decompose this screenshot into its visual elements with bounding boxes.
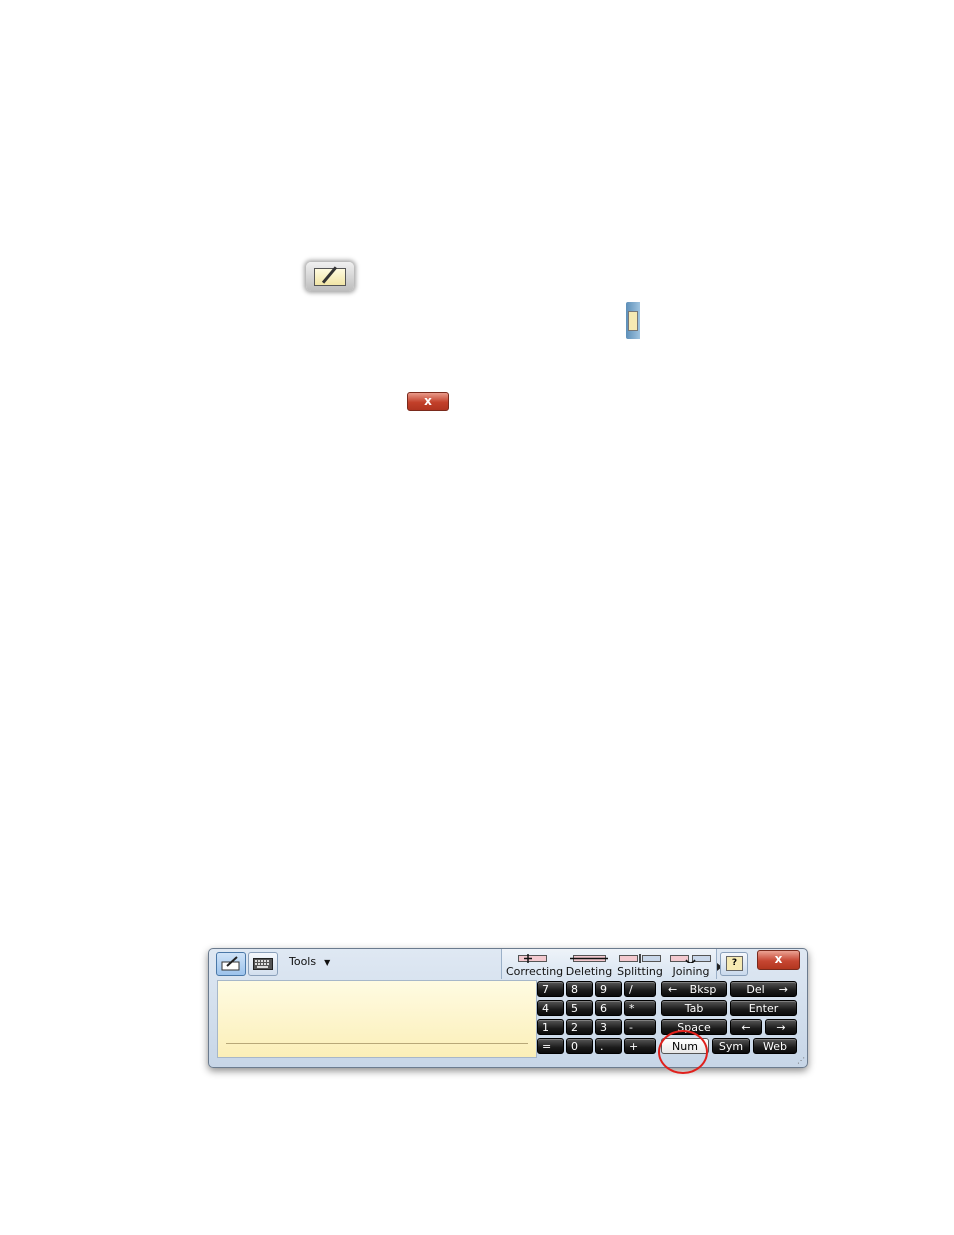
enter-key[interactable]: Enter — [730, 1000, 797, 1016]
key-9[interactable]: 9 — [595, 981, 622, 997]
key-equals[interactable]: = — [537, 1038, 564, 1054]
left-arrow-key[interactable]: ← — [730, 1019, 762, 1035]
resize-grip-icon[interactable]: ⋰ — [797, 1056, 805, 1065]
web-key[interactable]: Web — [753, 1038, 797, 1054]
key-4[interactable]: 4 — [537, 1000, 564, 1016]
key-minus[interactable]: - — [624, 1019, 656, 1035]
splitting-gesture-icon — [619, 954, 661, 963]
key-7[interactable]: 7 — [537, 981, 564, 997]
gesture-help-strip: Correcting Deleting Splitting Joining — [501, 949, 717, 979]
delete-key[interactable]: Del → — [730, 981, 797, 997]
key-3[interactable]: 3 — [595, 1019, 622, 1035]
backspace-key[interactable]: ← Bksp — [661, 981, 727, 997]
key-2[interactable]: 2 — [566, 1019, 593, 1035]
gesture-splitting[interactable]: Splitting — [616, 949, 664, 979]
key-0[interactable]: 0 — [566, 1038, 593, 1054]
arrow-right-icon: → — [778, 983, 788, 996]
gesture-label: Deleting — [565, 965, 613, 978]
sym-key[interactable]: Sym — [712, 1038, 750, 1054]
pen-pad-icon — [221, 956, 240, 971]
joining-gesture-icon — [670, 955, 711, 963]
key-multiply[interactable]: * — [624, 1000, 656, 1016]
deleting-gesture-icon — [570, 955, 608, 962]
right-arrow-key[interactable]: → — [765, 1019, 797, 1035]
key-plus[interactable]: + — [624, 1038, 656, 1054]
gesture-label: Joining — [672, 965, 710, 978]
gesture-label: Splitting — [617, 965, 663, 978]
input-panel-tab-icon — [626, 302, 640, 339]
annotation-highlight-circle — [658, 1030, 708, 1074]
key-divide[interactable]: / — [624, 981, 656, 997]
key-label: Del — [746, 983, 765, 996]
close-button[interactable]: x — [757, 950, 800, 970]
keyboard-icon — [253, 958, 273, 970]
close-icon: x — [407, 392, 449, 411]
key-6[interactable]: 6 — [595, 1000, 622, 1016]
writing-pad-area[interactable] — [217, 980, 537, 1058]
gesture-joining[interactable]: Joining — [668, 949, 714, 979]
writing-pad-mode-button[interactable] — [216, 952, 246, 976]
pad-shape — [628, 311, 638, 331]
input-panel-tip-icon — [306, 262, 354, 291]
key-1[interactable]: 1 — [537, 1019, 564, 1035]
key-label: Bksp — [689, 983, 717, 996]
tools-label: Tools — [289, 955, 317, 968]
gesture-deleting[interactable]: Deleting — [564, 949, 614, 979]
writing-baseline — [226, 1043, 528, 1044]
arrow-left-icon: ← — [668, 983, 678, 996]
chevron-down-icon: ▼ — [324, 958, 331, 967]
gesture-correcting[interactable]: Correcting — [506, 949, 564, 979]
input-panel-window: Tools ▼ Correcting Deleting Splitting Jo… — [208, 948, 808, 1068]
tools-menu[interactable]: Tools ▼ — [289, 955, 330, 968]
help-button[interactable]: ? — [720, 952, 748, 976]
correcting-gesture-icon — [518, 954, 547, 963]
help-pad-icon: ? — [726, 956, 743, 971]
key-5[interactable]: 5 — [566, 1000, 593, 1016]
tab-key[interactable]: Tab — [661, 1000, 727, 1016]
key-decimal[interactable]: . — [595, 1038, 622, 1054]
gesture-label: Correcting — [506, 965, 564, 978]
input-panel-toolbar: Tools ▼ Correcting Deleting Splitting Jo… — [209, 949, 807, 979]
touch-keyboard-mode-button[interactable] — [248, 952, 278, 976]
key-8[interactable]: 8 — [566, 981, 593, 997]
